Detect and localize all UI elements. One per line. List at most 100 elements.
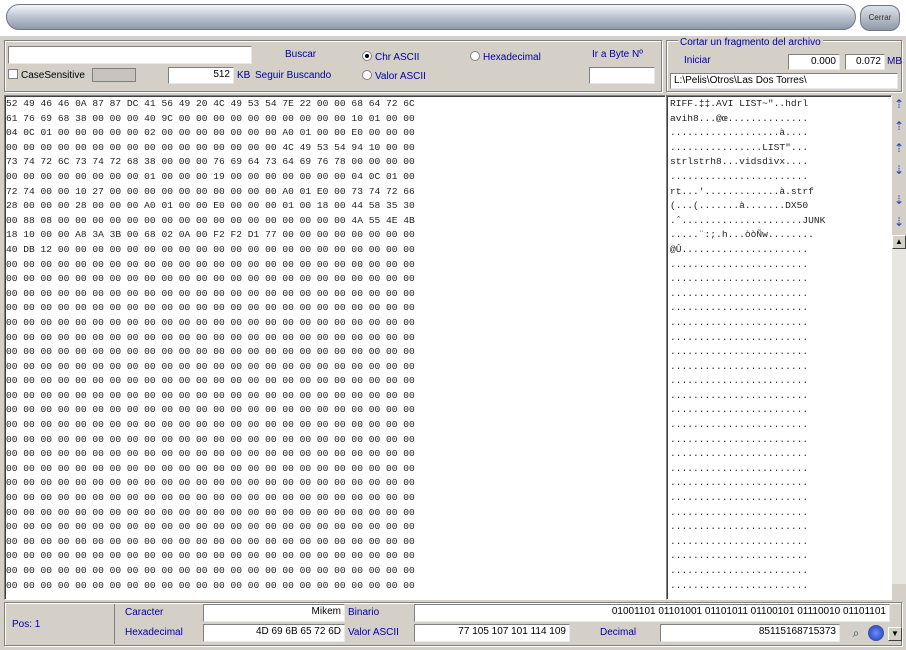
hex-row[interactable]: 00 00 00 00 00 00 00 00 00 00 00 00 00 0…: [6, 301, 665, 316]
ascii-row[interactable]: ........................: [670, 506, 891, 521]
hex-row[interactable]: 00 00 00 00 00 00 00 00 00 00 00 00 00 0…: [6, 476, 665, 491]
line-up-icon[interactable]: ⇡: [892, 141, 906, 155]
ascii-row[interactable]: avih8...@œ..............: [670, 112, 891, 127]
hex-row[interactable]: 00 00 00 00 00 00 00 00 00 00 00 00 00 0…: [6, 418, 665, 433]
find-button[interactable]: Buscar: [285, 49, 316, 60]
hex-row[interactable]: 00 00 00 00 00 00 00 00 00 00 00 00 00 0…: [6, 549, 665, 564]
hex-row[interactable]: 00 00 00 00 00 00 00 00 00 00 00 00 00 0…: [6, 345, 665, 360]
path-field[interactable]: L:\Pelis\Otros\Las Dos Torres\: [670, 73, 898, 89]
hex-row[interactable]: 72 74 00 00 10 27 00 00 00 00 00 00 00 0…: [6, 185, 665, 200]
ascii-row[interactable]: ........................: [670, 520, 891, 535]
hex-view[interactable]: 52 49 46 46 0A 87 87 DC 41 56 49 20 4C 4…: [4, 95, 666, 600]
hex-row[interactable]: 00 00 00 00 00 00 00 00 00 00 00 00 00 0…: [6, 360, 665, 375]
radio-hex[interactable]: [470, 51, 480, 61]
ascii-row[interactable]: .ˆ.....................JUNK: [670, 214, 891, 229]
go-bottom-icon[interactable]: ⇣: [892, 215, 906, 229]
ascii-row[interactable]: ........................: [670, 476, 891, 491]
hex-row[interactable]: 00 00 00 00 00 00 00 00 00 00 00 00 00 0…: [6, 462, 665, 477]
ascii-row[interactable]: ........................: [670, 579, 891, 594]
page-up-icon[interactable]: ⇡: [892, 119, 906, 133]
hex-row[interactable]: 00 00 00 00 00 00 00 00 00 00 00 00 00 0…: [6, 258, 665, 273]
start-value-field[interactable]: 0.000: [788, 54, 840, 70]
hex-row[interactable]: 00 00 00 00 00 00 00 00 00 00 00 00 00 0…: [6, 520, 665, 535]
scroll-down-button[interactable]: ▼: [888, 627, 902, 641]
hex-row[interactable]: 00 00 00 00 00 00 00 00 00 00 00 00 00 0…: [6, 316, 665, 331]
ascii-row[interactable]: ........................: [670, 535, 891, 550]
ascii-row[interactable]: ........................: [670, 316, 891, 331]
scroll-up-button[interactable]: ▲: [892, 235, 906, 249]
ascii-row[interactable]: ........................: [670, 418, 891, 433]
binoculars-icon[interactable]: ⌕: [846, 625, 866, 641]
hex-row[interactable]: 18 10 00 00 A8 3A 3B 00 68 02 0A 00 F2 F…: [6, 228, 665, 243]
hex-row[interactable]: 00 00 00 00 00 00 00 00 00 00 00 00 00 0…: [6, 579, 665, 594]
ascii-row[interactable]: ................LIST"...: [670, 141, 891, 156]
hex-row[interactable]: 28 00 00 00 28 00 00 00 A0 01 00 00 E0 0…: [6, 199, 665, 214]
ascii-row[interactable]: ........................: [670, 170, 891, 185]
ascii-row[interactable]: ........................: [670, 272, 891, 287]
hex-row[interactable]: 00 00 00 00 00 00 00 00 00 00 00 00 00 0…: [6, 141, 665, 156]
ascii-row[interactable]: ........................: [670, 301, 891, 316]
hex-row[interactable]: 00 00 00 00 00 00 00 00 00 00 00 00 00 0…: [6, 447, 665, 462]
hex-row[interactable]: 61 76 69 68 38 00 00 00 40 9C 00 00 00 0…: [6, 112, 665, 127]
radio-chr-ascii[interactable]: [362, 51, 372, 61]
hex-row[interactable]: 00 00 00 00 00 00 00 00 00 00 00 00 00 0…: [6, 374, 665, 389]
globe-icon[interactable]: [868, 625, 884, 641]
find-next-button[interactable]: Seguir Buscando: [255, 70, 331, 81]
ascii-view[interactable]: RIFF.‡‡.AVI LIST~"..hdrl avih8...@œ......…: [666, 95, 892, 600]
ascii-row[interactable]: RIFF.‡‡.AVI LIST~"..hdrl: [670, 97, 891, 112]
hex-row[interactable]: 00 00 00 00 00 00 00 00 00 00 00 00 00 0…: [6, 403, 665, 418]
go-top-icon[interactable]: ⇡: [892, 97, 906, 111]
ascii-row[interactable]: ........................: [670, 491, 891, 506]
hex-row[interactable]: 00 00 00 00 00 00 00 00 00 00 00 00 00 0…: [6, 491, 665, 506]
hex-row[interactable]: 40 DB 12 00 00 00 00 00 00 00 00 00 00 0…: [6, 243, 665, 258]
hex-row[interactable]: 00 00 00 00 00 00 00 00 00 00 00 00 00 0…: [6, 331, 665, 346]
ascii-row[interactable]: ........................: [670, 374, 891, 389]
ascii-row[interactable]: ........................: [670, 549, 891, 564]
hex-row[interactable]: 00 00 00 00 00 00 00 00 00 00 00 00 00 0…: [6, 272, 665, 287]
title-bar-track[interactable]: [6, 4, 856, 30]
hex-row[interactable]: 04 0C 01 00 00 00 00 00 02 00 00 00 00 0…: [6, 126, 665, 141]
ascii-row[interactable]: .....¨:;.h...òòÑw........: [670, 228, 891, 243]
end-value-field[interactable]: 0.072: [845, 54, 885, 70]
hex-row[interactable]: 00 00 00 00 00 00 00 00 00 00 00 00 00 0…: [6, 506, 665, 521]
ascii-row[interactable]: ........................: [670, 331, 891, 346]
start-button[interactable]: Iniciar: [684, 55, 711, 66]
ascii-row[interactable]: rt...'.............à.strf: [670, 185, 891, 200]
ascii-row[interactable]: (...(.......à.......DX50: [670, 199, 891, 214]
ascii-row[interactable]: ........................: [670, 389, 891, 404]
case-sensitive-checkbox[interactable]: [8, 69, 18, 79]
ascii-row[interactable]: ........................: [670, 403, 891, 418]
search-input[interactable]: [8, 46, 252, 64]
ascii-row[interactable]: ........................: [670, 564, 891, 579]
scroll-track[interactable]: [892, 249, 906, 584]
hex-row[interactable]: 73 74 72 6C 73 74 72 68 38 00 00 00 76 6…: [6, 155, 665, 170]
close-button[interactable]: Cerrar: [860, 5, 900, 31]
ascii-row[interactable]: ........................: [670, 447, 891, 462]
ascii-row[interactable]: ........................: [670, 287, 891, 302]
goto-byte-input[interactable]: [589, 67, 655, 84]
ascii-row[interactable]: ........................: [670, 360, 891, 375]
goto-byte-button[interactable]: Ir a Byte Nº: [592, 49, 643, 60]
hex-row[interactable]: 00 00 00 00 00 00 00 00 00 00 00 00 00 0…: [6, 287, 665, 302]
ascii-row[interactable]: ...................à....: [670, 126, 891, 141]
ascii-row[interactable]: ........................: [670, 433, 891, 448]
ascii-row[interactable]: strlstrh8...vidsdivx....: [670, 155, 891, 170]
hex-row[interactable]: 00 00 00 00 00 00 00 00 00 00 00 00 00 0…: [6, 564, 665, 579]
mode-option-chr-ascii[interactable]: Chr ASCII: [362, 51, 419, 63]
size-field[interactable]: 512: [168, 67, 234, 84]
hex-row[interactable]: 00 00 00 00 00 00 00 00 00 00 00 00 00 0…: [6, 389, 665, 404]
mode-option-valor-ascii[interactable]: Valor ASCII: [362, 70, 426, 82]
ascii-row[interactable]: ........................: [670, 345, 891, 360]
radio-valor-ascii[interactable]: [362, 70, 372, 80]
hex-row[interactable]: 00 88 08 00 00 00 00 00 00 00 00 00 00 0…: [6, 214, 665, 229]
ascii-row[interactable]: @Û......................: [670, 243, 891, 258]
hex-row[interactable]: 52 49 46 46 0A 87 87 DC 41 56 49 20 4C 4…: [6, 97, 665, 112]
mode-option-hex[interactable]: Hexadecimal: [470, 51, 541, 63]
ascii-row[interactable]: ........................: [670, 462, 891, 477]
ascii-row[interactable]: ........................: [670, 258, 891, 273]
page-down-icon[interactable]: ⇣: [892, 193, 906, 207]
hex-row[interactable]: 00 00 00 00 00 00 00 00 00 00 00 00 00 0…: [6, 433, 665, 448]
hex-row[interactable]: 00 00 00 00 00 00 00 00 00 00 00 00 00 0…: [6, 535, 665, 550]
case-sensitive-option[interactable]: CaseSensitive: [8, 69, 85, 81]
hex-row[interactable]: 00 00 00 00 00 00 00 00 01 00 00 00 19 0…: [6, 170, 665, 185]
